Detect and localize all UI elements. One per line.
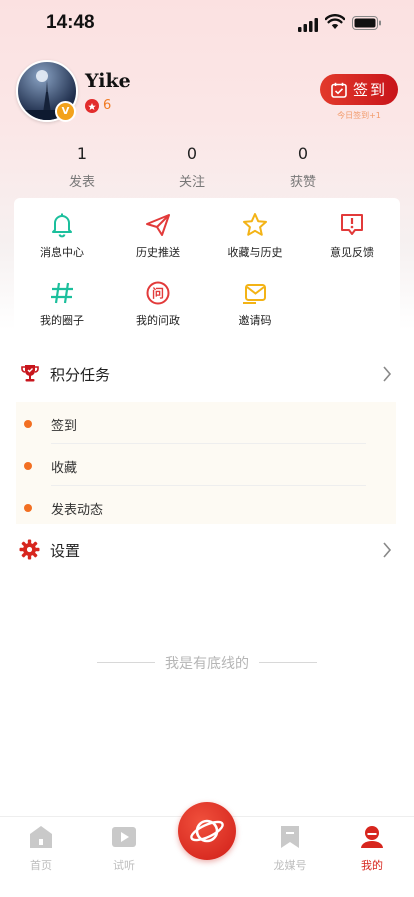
grid-item-history-push[interactable]: 历史推送 <box>110 212 206 260</box>
feedback-icon <box>341 214 363 235</box>
points-task-row[interactable]: 积分任务 <box>0 354 414 394</box>
stat-label: 发表 <box>68 175 95 190</box>
task-label: 签到 <box>51 419 78 434</box>
bullet-dot <box>24 420 32 428</box>
sign-in-note: 今日签到+1 <box>337 111 381 120</box>
points-task-list: 签到 收藏 发表动态 <box>16 402 396 524</box>
bell-icon <box>52 213 72 238</box>
stat-likes[interactable]: 0 获赞 <box>273 144 333 190</box>
grid-item-label: 我的问政 <box>136 314 180 327</box>
bookmark-icon <box>281 826 299 848</box>
settings-row[interactable]: 设置 <box>0 530 414 570</box>
grid-item-label: 历史推送 <box>136 246 180 259</box>
task-item[interactable]: 发表动态 <box>16 486 376 528</box>
user-name: Yike <box>85 70 131 92</box>
status-time: 14:48 <box>46 12 95 33</box>
chevron-right-icon <box>383 366 392 382</box>
stat-value: 0 <box>297 144 309 163</box>
stat-label: 获赞 <box>289 175 316 190</box>
task-label: 收藏 <box>51 461 78 476</box>
grid-item-my-inquiry[interactable]: 问 我的问政 <box>110 280 206 328</box>
quick-actions-grid: 消息中心 历史推送 收藏与历史 意见反馈 我的圈子 问 我的问政 邀请码 <box>14 198 400 332</box>
tab-listen[interactable]: 试听 <box>89 825 159 873</box>
tab-center-planet[interactable] <box>178 802 236 860</box>
calendar-check-icon <box>331 82 347 98</box>
stat-posts[interactable]: 1 发表 <box>52 144 112 190</box>
stat-following[interactable]: 0 关注 <box>162 144 222 190</box>
grid-item-label: 我的圈子 <box>40 314 84 327</box>
star-icon <box>243 213 267 236</box>
divider <box>259 662 317 663</box>
play-icon <box>112 827 136 847</box>
level-number: 6 <box>103 98 112 113</box>
status-bar: 14:48 <box>0 0 414 50</box>
send-icon <box>146 214 170 236</box>
tab-mine[interactable]: 我的 <box>337 825 407 873</box>
grid-item-messages[interactable]: 消息中心 <box>14 212 110 260</box>
bullet-dot <box>24 504 32 512</box>
home-icon <box>30 826 52 848</box>
stat-value: 1 <box>76 144 88 163</box>
grid-item-label: 消息中心 <box>40 246 84 259</box>
task-item[interactable]: 签到 <box>16 402 376 444</box>
svg-text:问: 问 <box>152 286 164 301</box>
question-icon: 问 <box>146 281 170 305</box>
mail-icon <box>243 284 266 304</box>
points-task-title: 积分任务 <box>50 366 111 384</box>
battery-icon <box>352 16 381 30</box>
grid-item-label: 邀请码 <box>238 314 272 327</box>
tab-label: 龙媒号 <box>273 859 307 872</box>
end-of-list-text: 我是有底线的 <box>165 655 249 672</box>
sign-in-button[interactable]: 签到 <box>320 74 398 105</box>
stat-label: 关注 <box>178 175 205 190</box>
level-icon <box>85 99 99 113</box>
chevron-right-icon <box>383 542 392 558</box>
tab-label: 首页 <box>30 859 52 872</box>
settings-title: 设置 <box>50 542 81 560</box>
cellular-signal-icon <box>298 18 318 32</box>
stat-value: 0 <box>186 144 198 163</box>
gear-icon <box>19 539 40 560</box>
task-label: 发表动态 <box>51 503 104 518</box>
task-item[interactable]: 收藏 <box>16 444 376 486</box>
divider <box>97 662 155 663</box>
sign-in-label: 签到 <box>352 81 387 99</box>
bullet-dot <box>24 462 32 470</box>
grid-item-favorites[interactable]: 收藏与历史 <box>207 212 303 260</box>
grid-item-label: 收藏与历史 <box>227 246 283 259</box>
tab-longmei[interactable]: 龙媒号 <box>255 825 325 873</box>
tab-label: 我的 <box>361 859 383 872</box>
hashtag-icon <box>51 282 73 304</box>
grid-item-invite-code[interactable]: 邀请码 <box>207 280 303 328</box>
grid-item-my-circle[interactable]: 我的圈子 <box>14 280 110 328</box>
grid-item-label: 意见反馈 <box>330 246 374 259</box>
planet-icon <box>190 819 224 843</box>
wifi-icon <box>325 14 345 29</box>
verified-badge: V <box>55 101 76 122</box>
trophy-icon <box>21 365 39 382</box>
tab-home[interactable]: 首页 <box>6 825 76 873</box>
grid-item-feedback[interactable]: 意见反馈 <box>304 212 400 260</box>
tab-label: 试听 <box>113 859 135 872</box>
end-of-list-indicator: 我是有底线的 <box>0 648 414 673</box>
user-icon <box>361 826 383 848</box>
